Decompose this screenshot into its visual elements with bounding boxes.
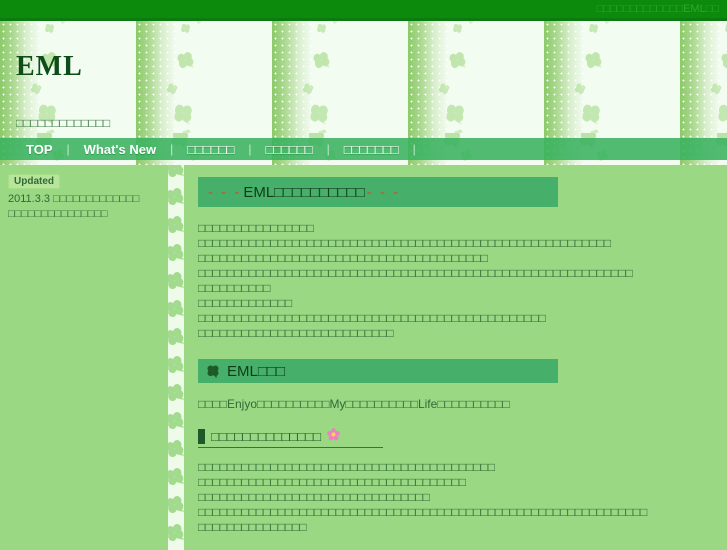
para3-line-2: □□□□□□□□□□□□□□□□□□□□□□□□□□□□□□□□□□□□□ bbox=[198, 475, 466, 489]
para1-line-1: □□□□□□□□□□□□□□□□ bbox=[198, 221, 314, 235]
nav-item-4[interactable]: □□□□□□ bbox=[251, 142, 326, 157]
section-heading-1: - - - EML□□□□□□□□□□ - - - bbox=[198, 177, 558, 207]
divider-clover-icon bbox=[168, 355, 184, 378]
top-utility-bar: □□□□□□□□□□□□□EML□□ bbox=[0, 0, 727, 18]
header-inner: EML □□□□□□□□□□□□□ bbox=[0, 21, 727, 133]
divider-clover-icon bbox=[168, 383, 184, 406]
clover-divider bbox=[168, 165, 184, 550]
heading-2-text: EML□□□ bbox=[227, 363, 285, 380]
site-title: EML bbox=[16, 51, 83, 83]
paragraph-1: □□□□□□□□□□□□□□□□ □□□□□□□□□□□□□□□□□□□□□□□… bbox=[198, 221, 717, 341]
para1-line-4: □□□□□□□□□□□□□□□□□□□□□□□□□□□□□□□□□□□□□□□□… bbox=[198, 266, 633, 280]
flower-icon bbox=[327, 428, 340, 444]
divider-clover-icon bbox=[168, 187, 184, 210]
sidebar-news-line-1: 2011.3.3 □□□□□□□□□□□□□ bbox=[8, 192, 160, 207]
para1-line-2: □□□□□□□□□□□□□□□□□□□□□□□□□□□□□□□□□□□□□□□□… bbox=[198, 236, 611, 250]
site-header: EML □□□□□□□□□□□□□ bbox=[0, 18, 727, 133]
nav-separator: | bbox=[413, 142, 416, 156]
top-utility-text: □□□□□□□□□□□□□EML□□ bbox=[597, 3, 719, 15]
nav-separator: | bbox=[248, 142, 251, 156]
heading-dash-left: - - - bbox=[208, 184, 241, 201]
nav-separator: | bbox=[170, 142, 173, 156]
para3-line-3: □□□□□□□□□□□□□□□□□□□□□□□□□□□□□□□□ bbox=[198, 490, 430, 504]
nav-item-3[interactable]: □□□□□□ bbox=[173, 142, 248, 157]
nav-separator: | bbox=[67, 142, 70, 156]
main-content: - - - EML□□□□□□□□□□ - - - □□□□□□□□□□□□□□… bbox=[184, 165, 727, 550]
updated-badge: Updated bbox=[8, 174, 60, 189]
divider-clover-icon bbox=[168, 215, 184, 238]
divider-clover-icon bbox=[168, 271, 184, 294]
divider-clover-icon bbox=[168, 495, 184, 518]
navigation-strip: TOP|What's New|□□□□□□|□□□□□□|□□□□□□□| bbox=[0, 133, 727, 165]
divider-clover-icon bbox=[168, 411, 184, 434]
sidebar: Updated 2011.3.3 □□□□□□□□□□□□□ □□□□□□□□□… bbox=[0, 165, 168, 550]
sidebar-news-line-2: □□□□□□□□□□□□□□□ bbox=[8, 207, 160, 222]
divider-clover-icon bbox=[168, 523, 184, 546]
section-heading-3: □□□□□□□□□□□□□□ bbox=[198, 428, 383, 448]
para3-line-5: □□□□□□□□□□□□□□□ bbox=[198, 520, 307, 534]
divider-clover-icon bbox=[168, 467, 184, 490]
site-subtitle: □□□□□□□□□□□□□ bbox=[16, 116, 110, 130]
clover-icon bbox=[206, 364, 220, 378]
paragraph-3: □□□□□□□□□□□□□□□□□□□□□□□□□□□□□□□□□□□□□□□□… bbox=[198, 460, 717, 535]
heading-dash-right: - - - bbox=[367, 184, 400, 201]
paragraph-2: □□□□Enjyo□□□□□□□□□□My□□□□□□□□□□Life□□□□□… bbox=[198, 397, 717, 412]
para1-line-8: □□□□□□□□□□□□□□□□□□□□□□□□□□□ bbox=[198, 326, 394, 340]
heading-bullet-bar bbox=[198, 429, 205, 444]
nav-separator: | bbox=[327, 142, 330, 156]
main-navigation[interactable]: TOP|What's New|□□□□□□|□□□□□□|□□□□□□□| bbox=[0, 138, 727, 160]
para1-line-3: □□□□□□□□□□□□□□□□□□□□□□□□□□□□□□□□□□□□□□□□ bbox=[198, 251, 488, 265]
para3-line-1: □□□□□□□□□□□□□□□□□□□□□□□□□□□□□□□□□□□□□□□□… bbox=[198, 460, 495, 474]
nav-item-1[interactable]: TOP bbox=[12, 142, 67, 157]
nav-item-2[interactable]: What's New bbox=[70, 142, 170, 157]
para1-line-5: □□□□□□□□□□ bbox=[198, 281, 270, 295]
para1-line-7: □□□□□□□□□□□□□□□□□□□□□□□□□□□□□□□□□□□□□□□□… bbox=[198, 311, 546, 325]
divider-clover-icon bbox=[168, 439, 184, 462]
sidebar-news: 2011.3.3 □□□□□□□□□□□□□ □□□□□□□□□□□□□□□ bbox=[8, 192, 160, 222]
divider-clover-icon bbox=[168, 165, 184, 182]
page-body: Updated 2011.3.3 □□□□□□□□□□□□□ □□□□□□□□□… bbox=[0, 165, 727, 550]
divider-clover-icon bbox=[168, 299, 184, 322]
divider-clover-icon bbox=[168, 327, 184, 350]
para1-line-6: □□□□□□□□□□□□□ bbox=[198, 296, 292, 310]
nav-item-5[interactable]: □□□□□□□ bbox=[330, 142, 413, 157]
heading-3-text: □□□□□□□□□□□□□□ bbox=[211, 429, 321, 444]
para3-line-4: □□□□□□□□□□□□□□□□□□□□□□□□□□□□□□□□□□□□□□□□… bbox=[198, 505, 647, 519]
section-heading-2: EML□□□ bbox=[198, 359, 558, 383]
divider-clover-icon bbox=[168, 243, 184, 266]
heading-1-text: EML□□□□□□□□□□ bbox=[243, 184, 364, 201]
